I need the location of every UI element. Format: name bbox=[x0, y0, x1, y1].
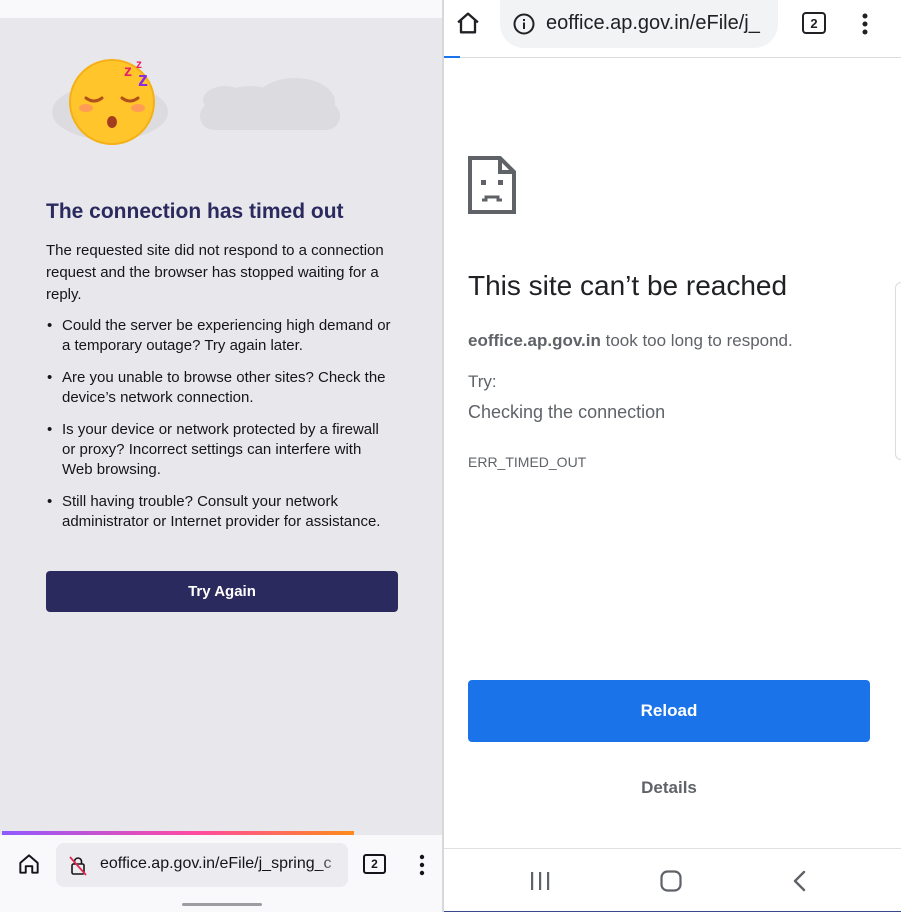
gesture-home-indicator[interactable] bbox=[182, 903, 262, 906]
list-item: Are you unable to browse other sites? Ch… bbox=[46, 368, 396, 408]
lock-off-icon[interactable] bbox=[66, 854, 90, 878]
suggestion-link[interactable]: Checking the connection bbox=[468, 402, 665, 423]
sad-page-icon bbox=[468, 156, 516, 214]
more-vert-icon[interactable] bbox=[412, 851, 432, 879]
home-icon[interactable] bbox=[454, 9, 482, 37]
bottom-toolbar: eoffice.ap.gov.in/eFile/j_spring_c 2 bbox=[0, 835, 442, 912]
url-text[interactable]: eoffice.ap.gov.in/eFile/j_spring_c bbox=[100, 855, 344, 873]
home-icon[interactable] bbox=[16, 851, 42, 877]
load-progress bbox=[444, 56, 460, 58]
error-title: The connection has timed out bbox=[46, 200, 344, 223]
try-label: Try: bbox=[468, 372, 497, 391]
status-strip bbox=[0, 0, 442, 18]
list-item: Could the server be experiencing high de… bbox=[46, 316, 396, 356]
details-button[interactable]: Details bbox=[468, 770, 870, 806]
tabs-icon[interactable]: 2 bbox=[363, 854, 386, 874]
back-icon[interactable] bbox=[790, 869, 810, 893]
system-nav-bar bbox=[444, 848, 901, 912]
try-again-button[interactable]: Try Again bbox=[46, 571, 398, 612]
error-description: The requested site did not respond to a … bbox=[46, 242, 384, 303]
edge-panel-handle[interactable] bbox=[895, 282, 901, 460]
suggestion-list: Could the server be experiencing high de… bbox=[46, 316, 396, 544]
omnibox[interactable]: eoffice.ap.gov.in/eFile/j_ bbox=[500, 0, 778, 48]
recents-icon[interactable] bbox=[528, 871, 552, 891]
reload-button[interactable]: Reload bbox=[468, 680, 870, 742]
error-message-text: took too long to respond. bbox=[600, 331, 793, 350]
error-domain: eoffice.ap.gov.in bbox=[468, 331, 601, 350]
chrome-pane: eoffice.ap.gov.in/eFile/j_ 2 This site c… bbox=[444, 0, 901, 912]
toolbar-divider bbox=[460, 57, 901, 58]
more-vert-icon[interactable] bbox=[856, 10, 874, 38]
info-icon[interactable] bbox=[512, 12, 536, 36]
top-toolbar: eoffice.ap.gov.in/eFile/j_ 2 bbox=[444, 0, 901, 58]
list-item: Still having trouble? Consult your netwo… bbox=[46, 492, 396, 532]
home-icon[interactable] bbox=[659, 869, 683, 893]
url-bar[interactable]: eoffice.ap.gov.in/eFile/j_spring_c bbox=[56, 843, 348, 887]
url-text[interactable]: eoffice.ap.gov.in/eFile/j_ bbox=[546, 12, 774, 35]
error-title: This site can’t be reached bbox=[468, 270, 788, 301]
error-message: eoffice.ap.gov.in took too long to respo… bbox=[468, 331, 888, 351]
svg-text:z: z bbox=[124, 63, 132, 80]
tabs-icon[interactable]: 2 bbox=[802, 12, 826, 34]
sleeping-face-illustration: z z z bbox=[52, 57, 340, 145]
error-code: ERR_TIMED_OUT bbox=[468, 454, 587, 470]
list-item: Is your device or network protected by a… bbox=[46, 420, 396, 480]
svg-text:z: z bbox=[138, 69, 148, 91]
firefox-pane: z z z The connection has timed out The r… bbox=[0, 0, 442, 912]
url-fade bbox=[318, 843, 348, 887]
